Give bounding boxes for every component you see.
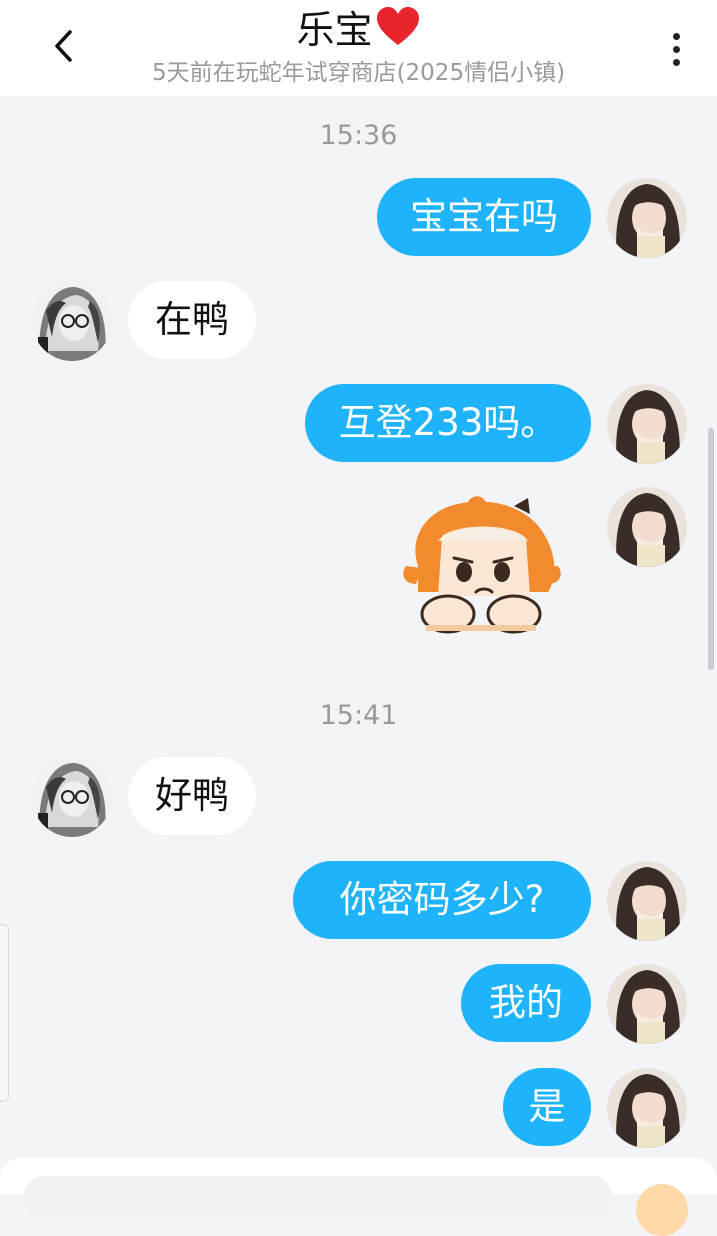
my-avatar[interactable] [607, 1068, 687, 1148]
message-bubble-sent[interactable]: 你密码多少? [293, 861, 591, 939]
chat-header: 乐宝 5天前在玩蛇年试穿商店(2025情侣小镇) [0, 0, 717, 96]
message-bubble-sent[interactable]: 是 [503, 1068, 591, 1146]
last-active-status: 5天前在玩蛇年试穿商店(2025情侣小镇) [151, 60, 566, 86]
sad-orange-hair-girl-sticker[interactable] [398, 496, 566, 642]
more-options-button[interactable] [656, 24, 696, 74]
page-title: 乐宝 [0, 4, 717, 60]
more-vertical-icon [672, 32, 680, 40]
message-bubble-sent[interactable]: 我的 [461, 964, 591, 1042]
my-avatar[interactable] [607, 861, 687, 941]
contact-avatar[interactable] [32, 281, 112, 361]
message-bubble-sent[interactable]: 互登233吗。 [305, 384, 591, 462]
emoji-button[interactable] [636, 1184, 688, 1236]
more-dot [672, 45, 680, 53]
my-avatar[interactable] [607, 178, 687, 258]
contact-name: 乐宝 [296, 8, 373, 52]
my-avatar[interactable] [607, 964, 687, 1044]
my-avatar[interactable] [607, 384, 687, 464]
red-heart-icon [375, 5, 421, 60]
timestamp: 15:36 [319, 120, 398, 151]
timestamp: 15:41 [319, 700, 398, 731]
message-input[interactable] [24, 1176, 612, 1216]
message-bubble-received[interactable]: 好鸭 [128, 757, 256, 835]
side-drawer-handle[interactable] [0, 924, 9, 1102]
more-dot [672, 58, 680, 66]
scrollbar[interactable] [708, 428, 714, 670]
message-bubble-received[interactable]: 在鸭 [128, 281, 256, 359]
my-avatar[interactable] [607, 487, 687, 567]
message-bubble-sent[interactable]: 宝宝在吗 [377, 178, 591, 256]
contact-avatar[interactable] [32, 757, 112, 837]
